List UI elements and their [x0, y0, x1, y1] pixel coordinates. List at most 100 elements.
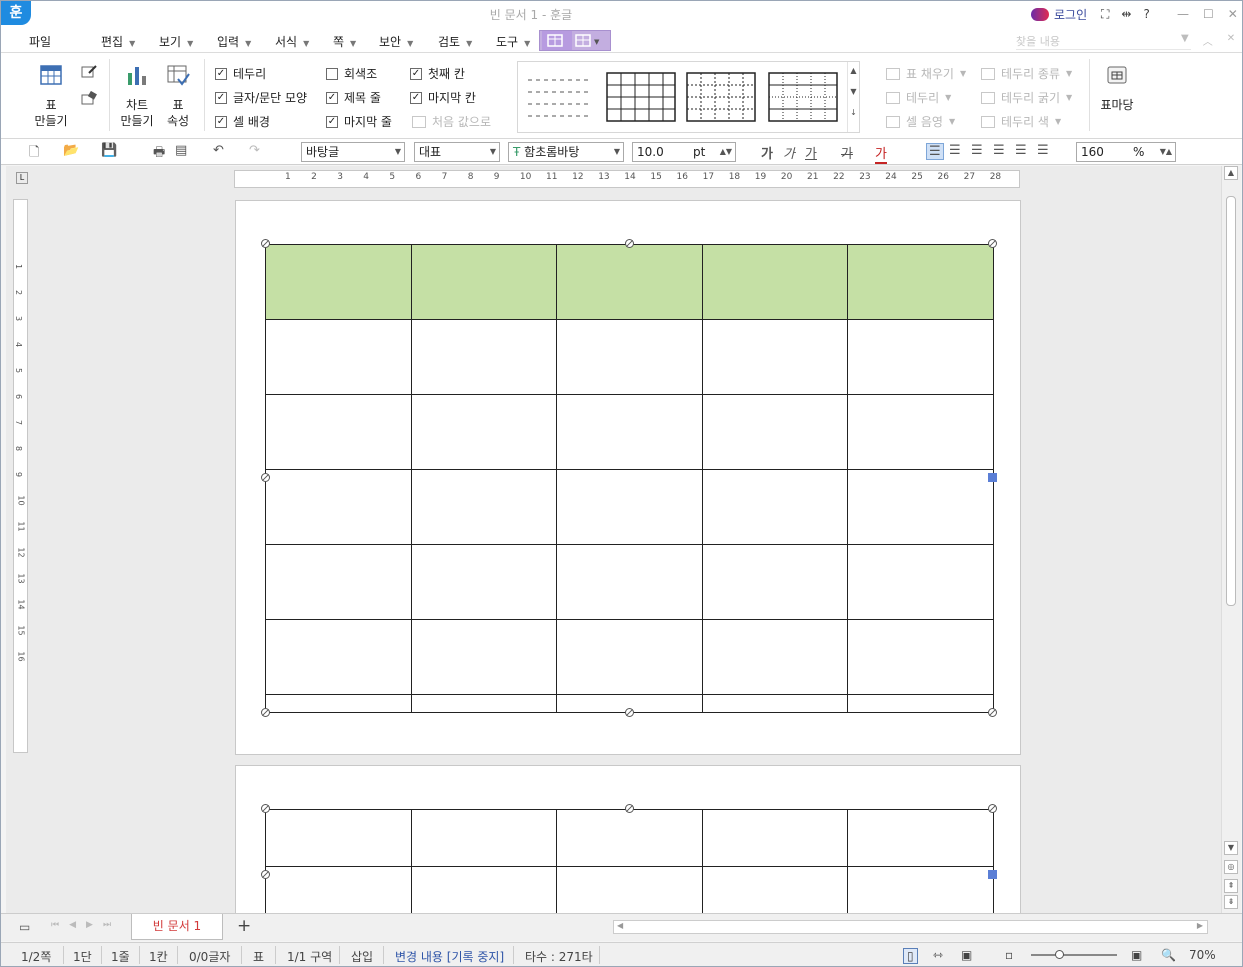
collapse-ribbon-icon[interactable]: ︿ [1203, 33, 1213, 48]
table-cell[interactable] [265, 544, 412, 620]
table-cell[interactable] [265, 394, 412, 470]
menu-file[interactable]: 파일 [29, 33, 51, 50]
distribute-icon[interactable]: ☰ [1015, 143, 1027, 158]
draw-table-icon[interactable] [81, 65, 97, 79]
new-doc-icon[interactable]: 🗋 [29, 143, 39, 165]
check-first-col[interactable]: ✓ 첫째 칸 [410, 65, 465, 82]
selection-handle[interactable] [988, 870, 997, 879]
resize-handle-icon[interactable] [988, 708, 997, 717]
table-1-continued[interactable] [265, 809, 994, 927]
table-cell[interactable] [265, 244, 412, 320]
vertical-ruler[interactable]: 1 2 3 4 5 6 7 8 9 10 11 12 13 14 15 16 [13, 199, 28, 753]
resize-handle-icon[interactable] [988, 239, 997, 248]
table-cell[interactable] [265, 694, 412, 713]
scrollbar-thumb[interactable] [1226, 196, 1236, 606]
prev-page-icon[interactable]: ⇞ [1224, 879, 1238, 893]
resize-handle-icon[interactable] [261, 473, 270, 482]
document-canvas[interactable]: L [6, 166, 1221, 935]
cell-shade-button[interactable]: 셀 음영 ▼ [886, 113, 955, 130]
table-row[interactable] [265, 619, 994, 695]
page-2[interactable] [235, 765, 1021, 935]
menu-tools[interactable]: 도구 ▼ [496, 33, 530, 50]
border-width-button[interactable]: 테두리 굵기 ▼ [981, 89, 1072, 106]
search-input[interactable]: 찾을 내용 [1016, 33, 1191, 50]
table-1[interactable] [265, 244, 994, 713]
table-cell[interactable] [410, 619, 558, 695]
undo-icon[interactable]: ↶ [213, 143, 224, 158]
check-title-row[interactable]: ✓ 제목 줄 [326, 89, 381, 106]
table-cell[interactable] [410, 694, 558, 713]
strike-button[interactable]: 가 [841, 143, 853, 162]
table-cell[interactable] [556, 394, 703, 470]
tab-nav-icons[interactable]: ⏮◀▶⏭ [51, 920, 121, 930]
maximize-button[interactable]: ☐ [1203, 7, 1214, 21]
minimize-button[interactable]: — [1177, 7, 1189, 21]
check-last-col[interactable]: ✓ 마지막 칸 [410, 89, 476, 106]
check-char-para[interactable]: ✓ 글자/문단 모양 [215, 89, 307, 106]
table-cell[interactable] [847, 394, 994, 470]
resize-handle-icon[interactable] [625, 239, 634, 248]
table-cell[interactable] [556, 809, 703, 867]
add-tab-button[interactable]: + [237, 916, 251, 936]
table-madang-button[interactable]: 표마당 [1097, 63, 1137, 113]
resize-handle-icon[interactable] [261, 708, 270, 717]
zoom-in-icon[interactable]: ▣ [1131, 948, 1142, 962]
table-cell[interactable] [701, 809, 849, 867]
menu-security[interactable]: 보안 ▼ [379, 33, 413, 50]
table-cell[interactable] [701, 244, 849, 320]
zoom-slider-thumb[interactable] [1055, 950, 1064, 959]
table-context-tabs[interactable]: ▼ [539, 30, 611, 51]
resize-handle-icon[interactable] [988, 804, 997, 813]
view-normal-icon[interactable]: ▯ [903, 948, 918, 964]
magnifier-icon[interactable]: 🔍 [1161, 948, 1176, 962]
page-select-icon[interactable]: ◎ [1224, 860, 1238, 874]
border-color-button[interactable]: 테두리 색 ▼ [981, 113, 1061, 130]
table-cell[interactable] [265, 809, 412, 867]
table-cell[interactable] [410, 244, 558, 320]
zoom-input[interactable]: 160% ▼▲ [1076, 142, 1176, 162]
app-logo-icon[interactable]: 훈 [1, 1, 31, 25]
print-icon[interactable]: 🖶 [153, 143, 165, 165]
vertical-scrollbar[interactable]: ▲ ▼ ◎ ⇞ ⇟ [1221, 166, 1241, 913]
table-row[interactable] [265, 544, 994, 620]
table-style-gallery[interactable]: ▲ ▼ ↓ [517, 61, 860, 133]
table-cell[interactable] [847, 694, 994, 713]
resize-handle-icon[interactable] [261, 804, 270, 813]
table-cell[interactable] [265, 319, 412, 395]
resize-handle-icon[interactable] [261, 870, 270, 879]
table-cell[interactable] [556, 619, 703, 695]
view-spread-icon[interactable]: ⇿ [933, 948, 943, 962]
table-cell[interactable] [556, 544, 703, 620]
table-cell[interactable] [847, 809, 994, 867]
preview-icon[interactable]: ▤ [175, 143, 187, 158]
save-icon[interactable]: 💾 [101, 143, 117, 158]
check-last-row[interactable]: ✓ 마지막 줄 [326, 113, 392, 130]
selection-handle[interactable] [988, 473, 997, 482]
gallery-scroll[interactable]: ▲ ▼ ↓ [847, 62, 859, 132]
status-track-changes[interactable]: 변경 내용 [기록 중지] [395, 948, 504, 965]
status-section[interactable]: 1/1 구역 [287, 948, 332, 965]
resize-handle-icon[interactable] [625, 804, 634, 813]
table-cell[interactable] [701, 544, 849, 620]
table-cell[interactable] [265, 619, 412, 695]
table-cell[interactable] [847, 469, 994, 545]
table-cell[interactable] [701, 694, 849, 713]
underline-button[interactable]: 가 [805, 143, 817, 162]
next-page-icon[interactable]: ⇟ [1224, 895, 1238, 909]
tab-list-icon[interactable]: ▭ [19, 920, 30, 934]
page-1[interactable] [235, 200, 1021, 755]
table-cell[interactable] [556, 319, 703, 395]
border-button[interactable]: 테두리 ▼ [886, 89, 951, 106]
zoom-out-icon[interactable]: ▫ [1005, 948, 1013, 962]
menu-insert[interactable]: 입력 ▼ [217, 33, 251, 50]
fullscreen-icon[interactable]: ⛶ [1101, 7, 1109, 22]
help-icon[interactable]: ? [1143, 7, 1149, 22]
table-cell[interactable] [701, 619, 849, 695]
resize-handle-icon[interactable] [261, 239, 270, 248]
italic-button[interactable]: 가 [783, 143, 795, 162]
table-cell[interactable] [410, 544, 558, 620]
align-right-icon[interactable]: ☰ [993, 143, 1005, 158]
language-select[interactable]: 대표 ▼ [414, 142, 500, 162]
split-icon[interactable]: ⇹ [1121, 7, 1131, 22]
table-cell[interactable] [847, 244, 994, 320]
